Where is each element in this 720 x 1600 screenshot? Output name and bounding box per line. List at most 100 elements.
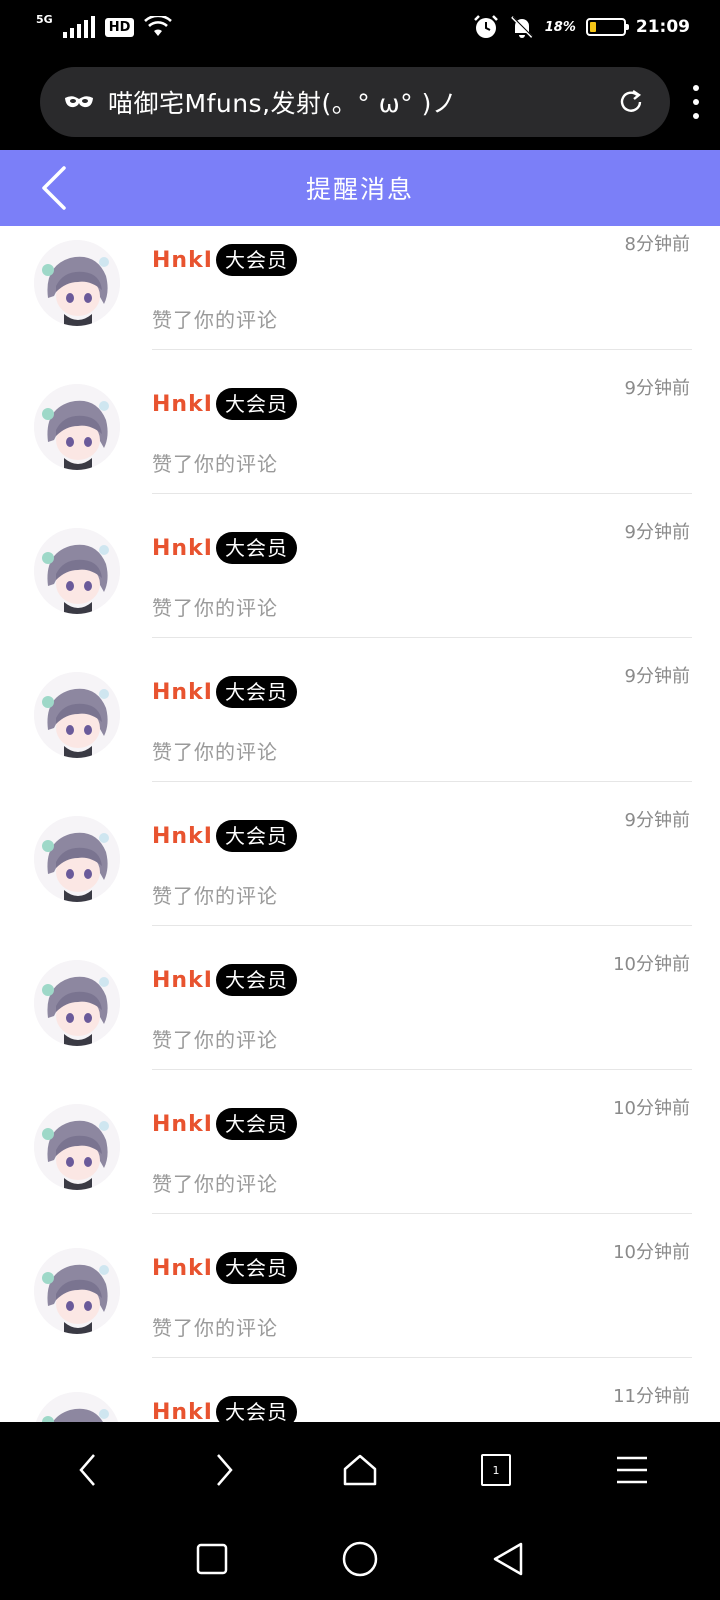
vip-badge: 大会员	[216, 244, 297, 276]
message-item[interactable]: HnkI 大会员 9分钟前 赞了你的评论	[0, 370, 720, 514]
action-text: 赞了你的评论	[152, 1028, 278, 1052]
chevron-left-icon	[79, 1454, 95, 1486]
phone-screen: 5G HD 18% 21:09 喵御宅Mfuns,发射(。° ω°)ノ 提醒消…	[0, 0, 720, 1600]
username[interactable]: HnkI	[152, 968, 213, 993]
mask-icon	[65, 96, 93, 108]
action-text: 赞了你的评论	[152, 1172, 278, 1196]
action-text: 赞了你的评论	[152, 740, 278, 764]
vip-badge: 大会员	[216, 388, 297, 420]
username[interactable]: HnkI	[152, 1112, 213, 1137]
timestamp: 11分钟前	[613, 1386, 690, 1407]
username[interactable]: HnkI	[152, 248, 213, 273]
browser-home-button[interactable]	[330, 1440, 390, 1500]
avatar[interactable]	[34, 672, 120, 758]
avatar[interactable]	[34, 240, 120, 326]
username[interactable]: HnkI	[152, 1400, 213, 1422]
divider	[152, 925, 692, 926]
avatar[interactable]	[34, 816, 120, 902]
system-navigation-bar	[0, 1518, 720, 1600]
reload-icon[interactable]	[616, 87, 646, 117]
username[interactable]: HnkI	[152, 680, 213, 705]
message-item[interactable]: HnkI 大会员 10分钟前 赞了你的评论	[0, 1234, 720, 1378]
divider	[152, 349, 692, 350]
recents-button[interactable]	[192, 1539, 232, 1579]
avatar[interactable]	[34, 528, 120, 614]
browser-tabs-button[interactable]: 1	[466, 1440, 526, 1500]
divider	[152, 1357, 692, 1358]
hd-badge: HD	[104, 17, 135, 37]
header-title: 提醒消息	[305, 175, 414, 204]
circle-icon	[342, 1541, 378, 1577]
message-item[interactable]: HnkI 大会员 11分钟前 赞了你的评论	[0, 1378, 720, 1422]
divider	[152, 1069, 692, 1070]
message-item[interactable]: HnkI 大会员 9分钟前 赞了你的评论	[0, 802, 720, 946]
square-icon	[196, 1543, 228, 1575]
action-text: 赞了你的评论	[152, 884, 278, 908]
message-item[interactable]: HnkI 大会员 10分钟前 赞了你的评论	[0, 946, 720, 1090]
page-title: 喵御宅Mfuns,发射(。° ω° )ノ	[108, 89, 458, 118]
message-item[interactable]: HnkI 大会员 9分钟前 赞了你的评论	[0, 658, 720, 802]
browser-back-button[interactable]	[58, 1440, 118, 1500]
divider	[152, 1213, 692, 1214]
avatar[interactable]	[34, 1104, 120, 1190]
vip-badge: 大会员	[216, 1108, 297, 1140]
chevron-right-icon	[217, 1454, 233, 1486]
avatar[interactable]	[34, 384, 120, 470]
menu-icon	[617, 1456, 647, 1484]
alarm-icon	[473, 15, 498, 38]
vip-badge: 大会员	[216, 1252, 297, 1284]
avatar[interactable]	[34, 1248, 120, 1334]
browser-address-bar: 喵御宅Mfuns,发射(。° ω° )ノ	[0, 54, 720, 150]
vip-badge: 大会员	[216, 676, 297, 708]
status-bar: 5G HD 18% 21:09	[0, 0, 720, 54]
network-type-label: 5G	[36, 12, 53, 26]
divider	[152, 781, 692, 782]
back-arrow-icon[interactable]	[36, 164, 70, 212]
clock: 21:09	[635, 17, 690, 37]
more-icon[interactable]	[692, 85, 700, 119]
back-nav-button[interactable]	[488, 1539, 528, 1579]
timestamp: 9分钟前	[624, 666, 690, 687]
battery-icon	[585, 18, 629, 36]
home-nav-button[interactable]	[340, 1539, 380, 1579]
browser-menu-button[interactable]	[602, 1440, 662, 1500]
vip-badge: 大会员	[216, 1396, 297, 1422]
timestamp: 8分钟前	[624, 234, 690, 255]
username[interactable]: HnkI	[152, 536, 213, 561]
action-text: 赞了你的评论	[152, 452, 278, 476]
address-pill[interactable]: 喵御宅Mfuns,发射(。° ω° )ノ	[40, 67, 670, 137]
timestamp: 9分钟前	[624, 522, 690, 543]
username[interactable]: HnkI	[152, 824, 213, 849]
message-list: HnkI 大会员 8分钟前 赞了你的评论 HnkI 大会员 9分钟前 赞了你的评…	[0, 226, 720, 1422]
divider	[152, 637, 692, 638]
timestamp: 10分钟前	[613, 1242, 690, 1263]
browser-toolbar: 1	[0, 1422, 720, 1518]
triangle-back-icon	[493, 1542, 523, 1576]
timestamp: 9分钟前	[624, 378, 690, 399]
username[interactable]: HnkI	[152, 392, 213, 417]
avatar[interactable]	[34, 1392, 120, 1422]
home-icon	[343, 1454, 377, 1486]
timestamp: 9分钟前	[624, 810, 690, 831]
vip-badge: 大会员	[216, 532, 297, 564]
vip-badge: 大会员	[216, 964, 297, 996]
signal-icon	[62, 16, 95, 38]
timestamp: 10分钟前	[613, 1098, 690, 1119]
message-item[interactable]: HnkI 大会员 10分钟前 赞了你的评论	[0, 1090, 720, 1234]
wifi-icon	[144, 16, 173, 36]
browser-forward-button[interactable]	[194, 1440, 254, 1500]
timestamp: 10分钟前	[613, 954, 690, 975]
divider	[152, 493, 692, 494]
action-text: 赞了你的评论	[152, 1316, 278, 1340]
action-text: 赞了你的评论	[152, 308, 278, 332]
vip-badge: 大会员	[216, 820, 297, 852]
action-text: 赞了你的评论	[152, 596, 278, 620]
username[interactable]: HnkI	[152, 1256, 213, 1281]
battery-percent: 18%	[544, 19, 576, 35]
avatar[interactable]	[34, 960, 120, 1046]
app-header: 提醒消息	[0, 150, 720, 226]
message-item[interactable]: HnkI 大会员 9分钟前 赞了你的评论	[0, 514, 720, 658]
mute-bell-icon	[510, 16, 534, 38]
message-item[interactable]: HnkI 大会员 8分钟前 赞了你的评论	[0, 226, 720, 370]
tabs-icon: 1	[481, 1454, 511, 1486]
